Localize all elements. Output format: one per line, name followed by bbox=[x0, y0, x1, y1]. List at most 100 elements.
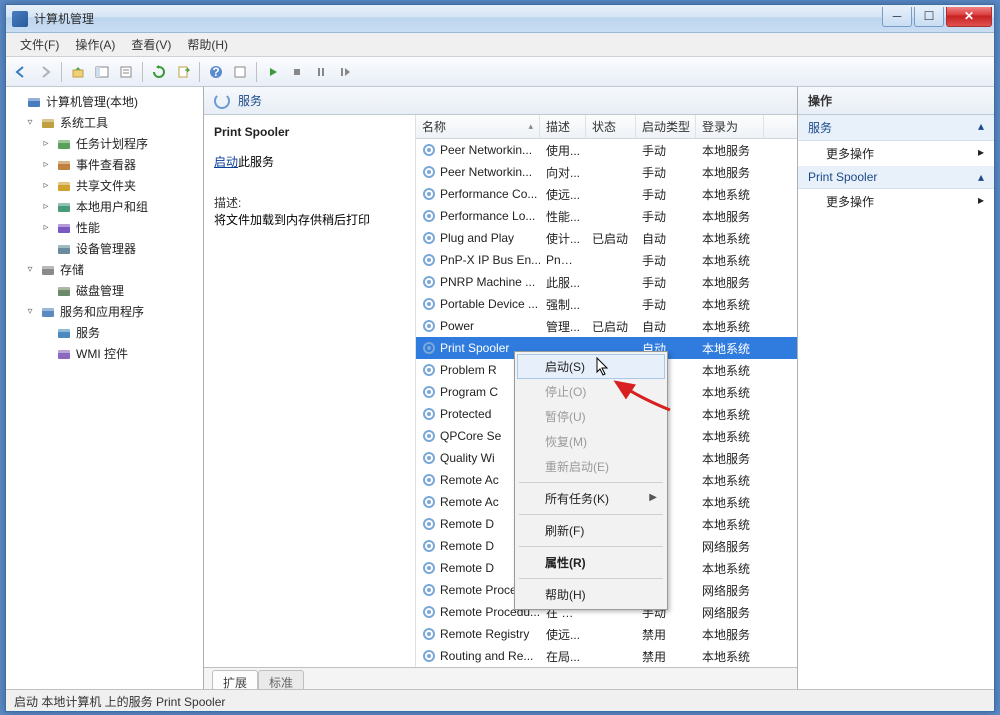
action-item[interactable]: 更多操作▸ bbox=[798, 141, 994, 166]
tree-item[interactable]: 计算机管理(本地) bbox=[6, 91, 203, 112]
expander-icon[interactable]: ▿ bbox=[24, 306, 36, 317]
tree-item[interactable]: 磁盘管理 bbox=[6, 280, 203, 301]
tree-item[interactable]: ▿系统工具 bbox=[6, 112, 203, 133]
menubar[interactable]: 文件(F)操作(A)查看(V)帮助(H) bbox=[6, 33, 994, 57]
computer-icon bbox=[26, 94, 42, 110]
properties-button[interactable] bbox=[115, 61, 137, 83]
service-name: Problem R bbox=[440, 363, 497, 377]
export-button[interactable] bbox=[172, 61, 194, 83]
service-name: PnP-X IP Bus En... bbox=[440, 253, 540, 267]
context-menu-item[interactable]: 所有任务(K)▶ bbox=[517, 486, 665, 511]
col-start[interactable]: 启动类型 bbox=[636, 115, 696, 138]
tree-item[interactable]: ▹事件查看器 bbox=[6, 154, 203, 175]
service-row[interactable]: Portable Device ...强制...手动本地系统 bbox=[416, 293, 797, 315]
service-name: Portable Device ... bbox=[440, 297, 538, 311]
service-row[interactable]: Power管理...已启动自动本地系统 bbox=[416, 315, 797, 337]
service-name: Peer Networkin... bbox=[440, 165, 532, 179]
menu-item[interactable]: 查看(V) bbox=[123, 33, 179, 56]
action-button[interactable] bbox=[229, 61, 251, 83]
tree-label: 设备管理器 bbox=[76, 240, 136, 257]
tree-item[interactable]: ▿存储 bbox=[6, 259, 203, 280]
context-menu-item[interactable]: 启动(S) bbox=[517, 354, 665, 379]
service-row[interactable]: Routing and Re...在局...禁用本地系统 bbox=[416, 645, 797, 667]
service-row[interactable]: Performance Lo...性能...手动本地服务 bbox=[416, 205, 797, 227]
gear-icon bbox=[214, 93, 230, 109]
col-name[interactable]: 名称▴ bbox=[416, 115, 540, 138]
storage-icon bbox=[40, 262, 56, 278]
service-status: 已启动 bbox=[586, 314, 636, 339]
service-icon bbox=[422, 583, 436, 597]
service-row[interactable]: Plug and Play使计...已启动自动本地系统 bbox=[416, 227, 797, 249]
middle-panel: 服务 Print Spooler 启动此服务 描述: 将文件加载到内存供稍后打印… bbox=[204, 87, 798, 689]
collapse-icon[interactable]: ▴ bbox=[978, 170, 984, 184]
col-status[interactable]: 状态 bbox=[586, 115, 636, 138]
help-button[interactable]: ? bbox=[205, 61, 227, 83]
tree-label: 服务和应用程序 bbox=[60, 303, 144, 320]
tree-item[interactable]: ▹共享文件夹 bbox=[6, 175, 203, 196]
tree-item[interactable]: ▿ 服务和应用程序 bbox=[6, 301, 203, 322]
expander-icon[interactable]: ▹ bbox=[40, 159, 52, 170]
menu-item[interactable]: 帮助(H) bbox=[179, 33, 236, 56]
services-title: 服务 bbox=[238, 92, 262, 109]
expander-icon[interactable]: ▹ bbox=[40, 222, 52, 233]
forward-button[interactable] bbox=[34, 61, 56, 83]
service-name: Remote Registry bbox=[440, 627, 529, 641]
app-icon bbox=[12, 11, 28, 27]
service-row[interactable]: PnP-X IP Bus En...PnP-...手动本地系统 bbox=[416, 249, 797, 271]
service-row[interactable]: PNRP Machine ...此服...手动本地服务 bbox=[416, 271, 797, 293]
up-button[interactable] bbox=[67, 61, 89, 83]
pause-service-button[interactable] bbox=[310, 61, 332, 83]
refresh-button[interactable] bbox=[148, 61, 170, 83]
tree-item[interactable]: ▹任务计划程序 bbox=[6, 133, 203, 154]
start-service-link[interactable]: 启动 bbox=[214, 155, 238, 169]
service-icon bbox=[422, 341, 436, 355]
expander-icon[interactable]: ▹ bbox=[40, 201, 52, 212]
tree-item[interactable]: WMI 控件 bbox=[6, 343, 203, 364]
show-hide-tree-button[interactable] bbox=[91, 61, 113, 83]
action-section-header[interactable]: 服务▴ bbox=[798, 115, 994, 141]
service-desc: 管理... bbox=[540, 314, 586, 339]
back-button[interactable] bbox=[10, 61, 32, 83]
col-logon[interactable]: 登录为 bbox=[696, 115, 764, 138]
expander-icon[interactable]: ▹ bbox=[40, 180, 52, 191]
close-button[interactable]: ✕ bbox=[946, 7, 992, 27]
context-menu-item[interactable]: 帮助(H) bbox=[517, 582, 665, 607]
service-row[interactable]: Remote Registry使远...禁用本地服务 bbox=[416, 623, 797, 645]
context-menu-item[interactable]: 属性(R) bbox=[517, 550, 665, 575]
action-item[interactable]: 更多操作▸ bbox=[798, 189, 994, 214]
service-name: Remote Ac bbox=[440, 473, 499, 487]
window-controls: ─ ☐ ✕ bbox=[882, 7, 992, 27]
tree-panel[interactable]: 计算机管理(本地)▿系统工具▹任务计划程序▹事件查看器▹共享文件夹▹本地用户和组… bbox=[6, 87, 204, 689]
minimize-button[interactable]: ─ bbox=[882, 7, 912, 27]
start-service-button[interactable] bbox=[262, 61, 284, 83]
titlebar[interactable]: 计算机管理 ─ ☐ ✕ bbox=[6, 5, 994, 33]
action-section-header[interactable]: Print Spooler▴ bbox=[798, 166, 994, 189]
tree-item[interactable]: ▹本地用户和组 bbox=[6, 196, 203, 217]
context-menu-item[interactable]: 刷新(F) bbox=[517, 518, 665, 543]
list-header[interactable]: 名称▴ 描述 状态 启动类型 登录为 bbox=[416, 115, 797, 139]
expander-icon[interactable]: ▹ bbox=[40, 138, 52, 149]
restart-service-button[interactable] bbox=[334, 61, 356, 83]
service-row[interactable]: Peer Networkin...向对...手动本地服务 bbox=[416, 161, 797, 183]
service-status bbox=[586, 256, 636, 264]
maximize-button[interactable]: ☐ bbox=[914, 7, 944, 27]
context-menu[interactable]: 启动(S)停止(O)暂停(U)恢复(M)重新启动(E)所有任务(K)▶刷新(F)… bbox=[514, 351, 668, 610]
actions-panel: 操作 服务▴更多操作▸Print Spooler▴更多操作▸ bbox=[798, 87, 994, 689]
service-name: QPCore Se bbox=[440, 429, 501, 443]
expander-icon[interactable]: ▿ bbox=[24, 117, 36, 128]
service-name: Performance Co... bbox=[440, 187, 537, 201]
collapse-icon[interactable]: ▴ bbox=[978, 119, 984, 136]
selected-service-title: Print Spooler bbox=[214, 125, 405, 139]
service-row[interactable]: Peer Networkin...使用...手动本地服务 bbox=[416, 139, 797, 161]
tab-extended[interactable]: 扩展 bbox=[212, 670, 258, 689]
tree-item[interactable]: 服务 bbox=[6, 322, 203, 343]
menu-item[interactable]: 操作(A) bbox=[67, 33, 123, 56]
expander-icon[interactable]: ▿ bbox=[24, 264, 36, 275]
tab-standard[interactable]: 标准 bbox=[258, 670, 304, 689]
stop-service-button[interactable] bbox=[286, 61, 308, 83]
tree-item[interactable]: 设备管理器 bbox=[6, 238, 203, 259]
col-desc[interactable]: 描述 bbox=[540, 115, 586, 138]
service-row[interactable]: Performance Co...使远...手动本地系统 bbox=[416, 183, 797, 205]
tree-item[interactable]: ▹性能 bbox=[6, 217, 203, 238]
menu-item[interactable]: 文件(F) bbox=[12, 33, 67, 56]
